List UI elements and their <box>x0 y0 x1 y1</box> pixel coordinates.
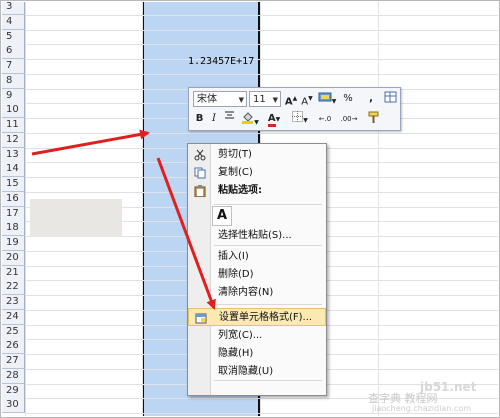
arrow-to-format-cells-icon <box>156 157 216 310</box>
arrow-to-column-icon <box>31 129 150 156</box>
watermark-url: jiaocheng.chazidian.com <box>372 404 472 413</box>
annotation-arrows <box>31 129 216 310</box>
